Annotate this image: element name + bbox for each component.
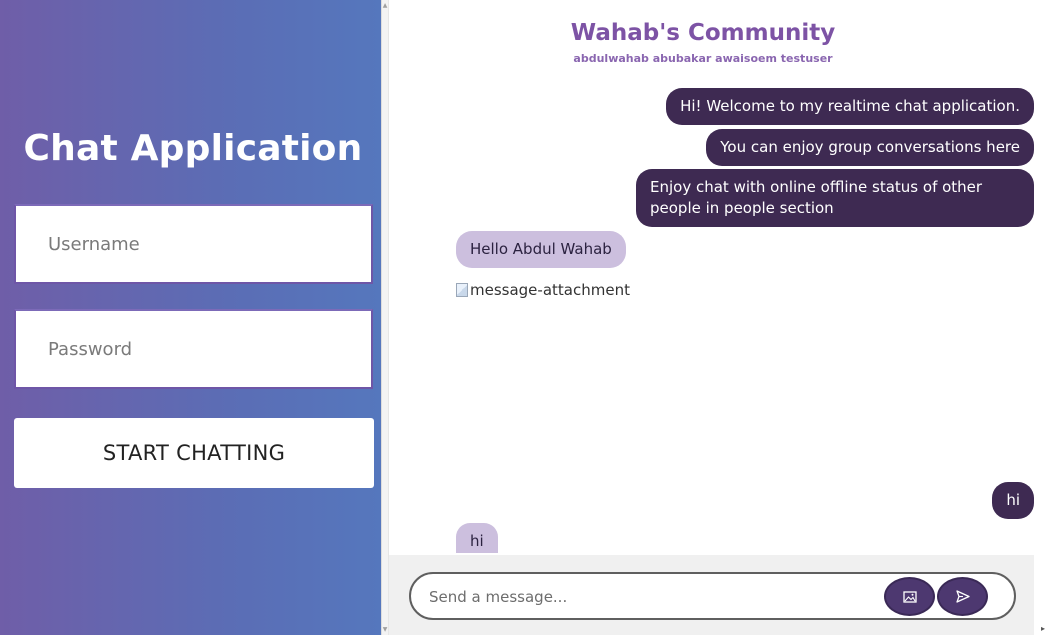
app-title: Chat Application [23,128,363,169]
chat-panel: Wahab's Community abdulwahab abubakar aw… [389,0,1055,635]
chat-header: Wahab's Community abdulwahab abubakar aw… [389,20,1017,65]
message-bubble-mine: Enjoy chat with online offline status of… [636,169,1034,227]
message-bubble-mine: Hi! Welcome to my realtime chat applicat… [666,88,1034,125]
message-attachment[interactable]: message-attachment [456,281,630,299]
message-composer [409,572,1016,620]
username-input[interactable] [14,204,373,284]
message-bubble-mine: hi [992,482,1034,519]
chat-scrollbar[interactable]: ▸ [1034,0,1055,635]
broken-image-icon [456,283,468,297]
image-upload-button[interactable] [884,577,935,616]
message-bubble-mine: You can enjoy group conversations here [706,129,1034,166]
panel-divider-scrollbar[interactable]: ▲ ▼ [381,0,389,635]
send-icon [955,590,970,603]
community-title: Wahab's Community [570,20,836,46]
attachment-alt-text: message-attachment [470,281,630,299]
image-icon [902,590,917,603]
scroll-up-icon[interactable]: ▲ [382,2,388,9]
password-input[interactable] [14,309,373,389]
scroll-right-icon[interactable]: ▸ [1041,624,1045,633]
message-bubble-other: hi [456,523,498,553]
composer-bar [389,555,1034,635]
scroll-down-icon[interactable]: ▼ [382,626,388,633]
start-chatting-button[interactable]: START CHATTING [14,418,374,488]
member-list: abdulwahab abubakar awaisoem testuser [573,52,833,65]
message-input[interactable] [429,585,859,609]
message-bubble-other: Hello Abdul Wahab [456,231,626,268]
login-panel: Chat Application START CHATTING [0,0,381,635]
send-button[interactable] [937,577,988,616]
